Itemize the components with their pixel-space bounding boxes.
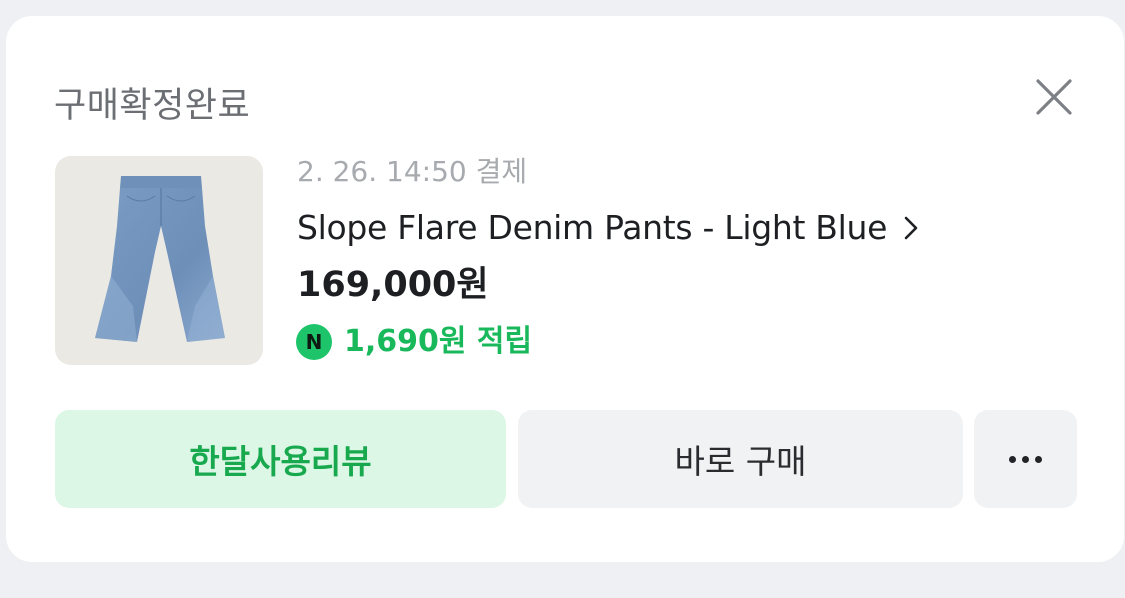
more-dots-icon: [1009, 455, 1042, 463]
buy-again-button[interactable]: 바로 구매: [518, 410, 963, 508]
order-card: 구매확정완료 2. 26. 14:50 결제 Slope Flare Denim…: [6, 16, 1124, 562]
denim-pants-image: [95, 176, 225, 342]
product-price: 169,000원: [297, 265, 489, 305]
more-options-button[interactable]: [974, 410, 1077, 508]
chevron-right-icon: [904, 216, 918, 240]
product-name-link[interactable]: Slope Flare Denim Pants - Light Blue: [297, 203, 921, 253]
monthly-review-button[interactable]: 한달사용리뷰: [55, 410, 506, 508]
order-status-title: 구매확정완료: [54, 86, 251, 126]
close-icon: [1036, 79, 1072, 115]
close-button[interactable]: [1030, 73, 1078, 121]
payment-datetime: 2. 26. 14:50 결제: [297, 155, 528, 188]
product-name: Slope Flare Denim Pants - Light Blue: [297, 208, 888, 247]
naver-pay-points-icon: N: [296, 324, 332, 360]
points-earned: N 1,690원 적립: [296, 322, 532, 362]
points-earned-text: 1,690원 적립: [344, 324, 533, 359]
product-thumbnail[interactable]: [55, 156, 263, 365]
